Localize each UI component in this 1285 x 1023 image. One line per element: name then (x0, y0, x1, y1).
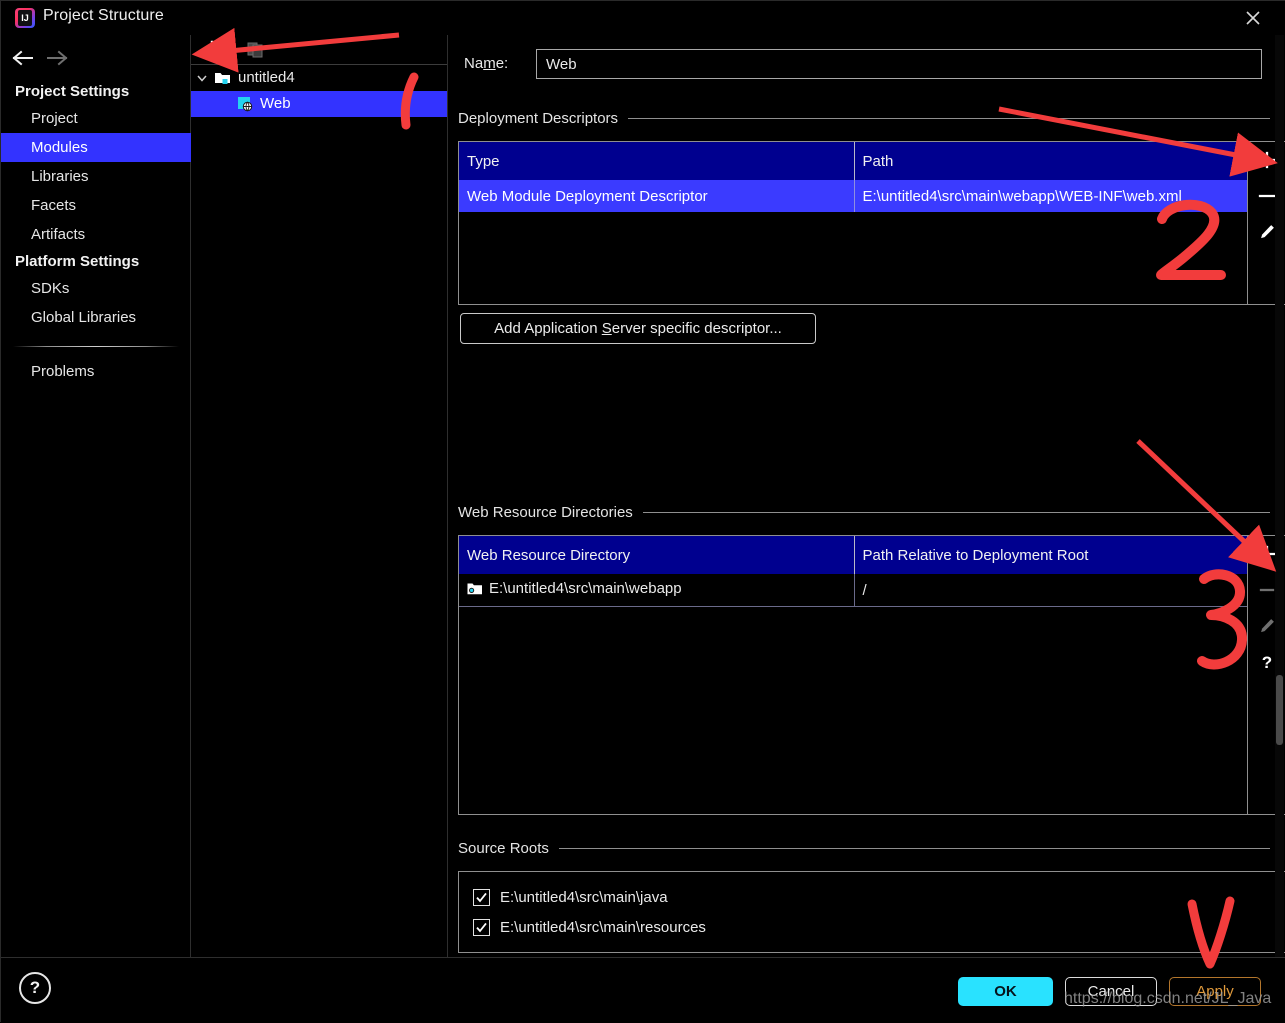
close-icon[interactable] (1242, 7, 1264, 29)
table-header-row: Type Path (459, 142, 1247, 180)
chevron-down-icon[interactable] (191, 72, 213, 84)
column-header-path[interactable]: Path (854, 142, 1247, 180)
sidebar-item-project[interactable]: Project (1, 104, 191, 133)
module-tree: untitled4 Web (191, 65, 447, 117)
cell-descriptor-path: E:\untitled4\src\main\webapp\WEB-INF\web… (854, 180, 1247, 212)
web-facet-icon (235, 96, 255, 112)
settings-category-list: Project Settings Project Modules Librari… (1, 79, 191, 386)
source-roots-list: E:\untitled4\src\main\java E:\untitled4\… (458, 871, 1285, 953)
column-header-path-relative[interactable]: Path Relative to Deployment Root (854, 536, 1247, 574)
plus-icon[interactable] (201, 39, 223, 61)
web-resource-directories-title: Web Resource Directories (458, 503, 633, 521)
settings-sidebar: Project Settings Project Modules Librari… (1, 35, 191, 957)
checkbox-source-root-resources[interactable] (473, 918, 490, 936)
module-tree-panel: untitled4 Web (191, 35, 448, 957)
sidebar-divider (13, 346, 179, 347)
table-row[interactable]: E:\untitled4\src\main\webapp / (459, 574, 1247, 607)
title-bar: IJ Project Structure (1, 1, 1285, 35)
source-roots-header: Source Roots (458, 839, 1270, 857)
module-settings-panel: Name: Deployment Descriptors Type Path (448, 35, 1285, 957)
ok-button[interactable]: OK (958, 977, 1053, 1006)
add-application-server-descriptor-button[interactable]: Add Application Server specific descript… (460, 313, 816, 344)
web-resource-directories-table[interactable]: Web Resource Directory Path Relative to … (458, 535, 1248, 815)
source-root-item[interactable]: E:\untitled4\src\main\resources (459, 912, 1285, 942)
copy-module-icon[interactable] (247, 41, 265, 59)
table-header-row: Web Resource Directory Path Relative to … (459, 536, 1247, 574)
group-rule (558, 847, 1270, 849)
sidebar-item-global-libraries[interactable]: Global Libraries (1, 303, 191, 332)
sidebar-item-libraries[interactable]: Libraries (1, 162, 191, 191)
sidebar-item-problems[interactable]: Problems (1, 357, 191, 386)
tree-node-label: untitled4 (238, 69, 295, 86)
sidebar-item-modules[interactable]: Modules (1, 133, 191, 162)
module-name-input[interactable] (536, 49, 1262, 79)
apply-button[interactable]: Apply (1169, 977, 1261, 1006)
tree-node-label: Web (260, 95, 291, 112)
intellij-logo-letters: IJ (18, 10, 32, 26)
tree-node-untitled4[interactable]: untitled4 (191, 65, 447, 91)
dialog-scrollbar[interactable] (1275, 35, 1284, 957)
web-resource-directories-header: Web Resource Directories (458, 503, 1270, 521)
table-row[interactable]: Web Module Deployment Descriptor E:\unti… (459, 180, 1247, 212)
dialog-scrollbar-thumb[interactable] (1276, 675, 1283, 745)
cell-descriptor-type: Web Module Deployment Descriptor (459, 180, 855, 212)
folder-web-icon (467, 582, 483, 600)
checkbox-source-root-java[interactable] (473, 888, 490, 906)
tree-node-web[interactable]: Web (191, 91, 447, 117)
arrow-right-icon[interactable] (45, 47, 71, 69)
sidebar-group-platform-settings: Platform Settings (15, 253, 140, 270)
window-title: Project Structure (43, 7, 164, 24)
cancel-button[interactable]: Cancel (1065, 977, 1157, 1006)
module-name-label: Name: (464, 55, 509, 72)
column-header-web-resource-directory[interactable]: Web Resource Directory (459, 536, 855, 574)
arrow-left-icon[interactable] (11, 47, 37, 69)
deployment-descriptors-table[interactable]: Type Path Web Module Deployment Descript… (458, 141, 1248, 305)
source-roots-title: Source Roots (458, 839, 549, 857)
source-root-item[interactable]: E:\untitled4\src\main\java (459, 882, 1285, 912)
deployment-descriptors-title: Deployment Descriptors (458, 109, 619, 127)
group-rule (642, 511, 1270, 513)
intellij-logo-icon: IJ (15, 8, 35, 28)
column-header-type[interactable]: Type (459, 142, 855, 180)
module-tree-toolbar (191, 35, 447, 65)
sidebar-item-artifacts[interactable]: Artifacts (1, 220, 191, 249)
sidebar-navigation (9, 45, 89, 73)
module-name-row: Name: (458, 49, 1268, 81)
cell-web-resource-directory-text: E:\untitled4\src\main\webapp (489, 580, 682, 597)
sidebar-group-project-settings: Project Settings (15, 83, 130, 100)
cell-path-relative: / (854, 574, 1247, 607)
source-root-label: E:\untitled4\src\main\resources (500, 918, 706, 936)
group-rule (628, 117, 1270, 119)
cell-web-resource-directory: E:\untitled4\src\main\webapp (459, 574, 855, 607)
deployment-descriptors-header: Deployment Descriptors (458, 109, 1270, 127)
sidebar-item-sdks[interactable]: SDKs (1, 274, 191, 303)
sidebar-item-facets[interactable]: Facets (1, 191, 191, 220)
folder-module-icon (213, 70, 233, 86)
svg-text:?: ? (1261, 653, 1271, 672)
question-mark-icon[interactable]: ? (19, 972, 51, 1004)
project-structure-dialog: IJ Project Structure Project Settings Pr… (0, 0, 1285, 1023)
source-root-label: E:\untitled4\src\main\java (500, 888, 668, 906)
